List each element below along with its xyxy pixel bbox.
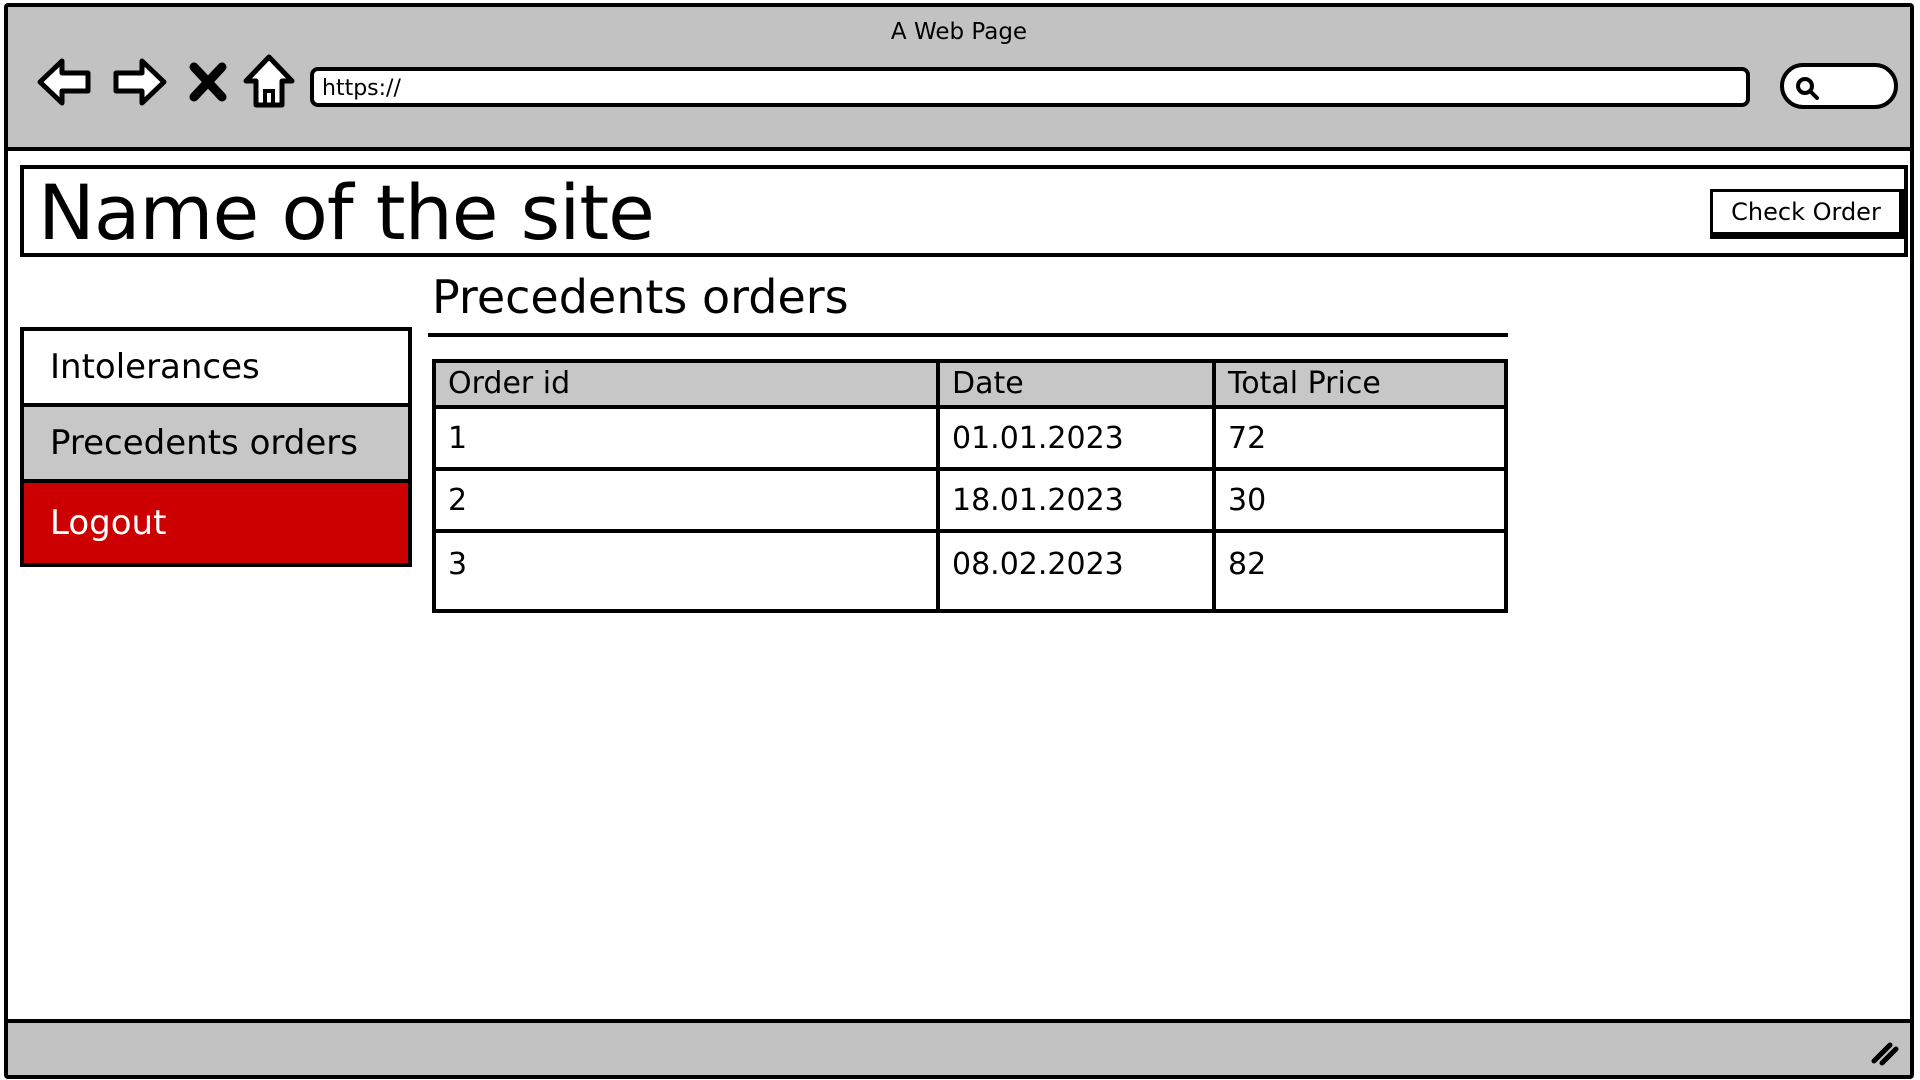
order-date-cell: 18.01.2023: [936, 467, 1216, 533]
order-total-cell: 30: [1212, 467, 1508, 533]
site-name: Name of the site: [38, 168, 655, 257]
forward-icon[interactable]: [108, 51, 170, 113]
logout-button[interactable]: Logout: [20, 479, 412, 567]
search-icon: [1796, 77, 1819, 100]
column-header-order-id[interactable]: Order id: [432, 359, 940, 409]
table-row[interactable]: 1 01.01.2023 72: [432, 405, 1508, 471]
stop-icon[interactable]: [182, 51, 234, 113]
order-id-cell: 1: [432, 405, 940, 471]
heading-divider: [428, 333, 1508, 337]
order-date-cell: 01.01.2023: [936, 405, 1216, 471]
column-header-date[interactable]: Date: [936, 359, 1216, 409]
sidebar-item-precedents-orders[interactable]: Precedents orders: [20, 403, 412, 483]
table-row[interactable]: 3 08.02.2023 82: [432, 529, 1508, 613]
order-total-cell: 72: [1212, 405, 1508, 471]
resize-grip-icon[interactable]: [1868, 1035, 1900, 1067]
url-input[interactable]: https://: [310, 67, 1750, 107]
browser-toolbar: A Web Page https://: [8, 7, 1910, 151]
sidebar: Intolerances Precedents orders Logout: [20, 327, 412, 567]
browser-search-field[interactable]: [1780, 63, 1898, 109]
order-date-cell: 08.02.2023: [936, 529, 1216, 613]
table-row[interactable]: 2 18.01.2023 30: [432, 467, 1508, 533]
order-id-cell: 2: [432, 467, 940, 533]
home-icon[interactable]: [238, 51, 300, 113]
orders-table: Order id Date Total Price 1 01.01.2023 7…: [432, 359, 1508, 613]
order-id-cell: 3: [432, 529, 940, 613]
site-header: Name of the site Check Order: [20, 165, 1908, 257]
browser-window: A Web Page https:// Name of the site Che…: [4, 3, 1914, 1079]
status-bar: [8, 1019, 1910, 1075]
column-header-total-price[interactable]: Total Price: [1212, 359, 1508, 409]
check-order-button[interactable]: Check Order: [1710, 189, 1906, 239]
sidebar-item-intolerances[interactable]: Intolerances: [20, 327, 412, 407]
table-header-row: Order id Date Total Price: [432, 359, 1508, 409]
back-icon[interactable]: [34, 51, 96, 113]
page-title: Precedents orders: [432, 270, 849, 324]
window-title: A Web Page: [890, 19, 1028, 45]
order-total-cell: 82: [1212, 529, 1508, 613]
